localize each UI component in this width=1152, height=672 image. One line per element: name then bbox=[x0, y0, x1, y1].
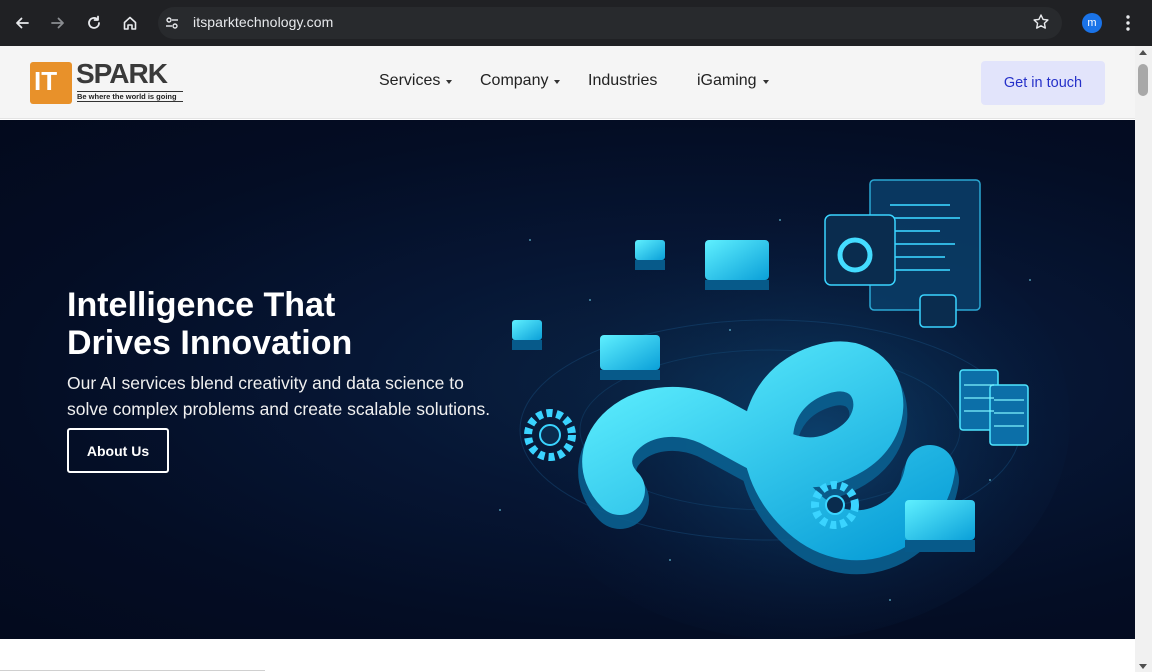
forward-icon[interactable] bbox=[46, 11, 70, 35]
logo-it-text: IT bbox=[34, 66, 58, 96]
back-icon[interactable] bbox=[10, 11, 34, 35]
hero-subtitle-line2: solve complex problems and create scalab… bbox=[67, 399, 491, 419]
bookmark-star-icon[interactable] bbox=[1032, 13, 1050, 36]
site-header: IT SPARK Be where the world is going Ser… bbox=[0, 46, 1135, 119]
scrollbar-thumb[interactable] bbox=[1138, 64, 1148, 96]
site-logo[interactable]: IT SPARK Be where the world is going bbox=[30, 58, 184, 106]
next-section bbox=[0, 639, 1135, 672]
nav-igaming-label: iGaming bbox=[697, 72, 757, 89]
logo-spark-text: SPARK bbox=[76, 58, 168, 89]
nav-industries[interactable]: Industries bbox=[588, 72, 657, 90]
scroll-down-icon[interactable] bbox=[1139, 664, 1147, 669]
logo-tagline: Be where the world is going bbox=[77, 91, 183, 102]
nav-services-label: Services bbox=[379, 72, 441, 89]
chevron-down-icon bbox=[554, 80, 561, 84]
url-text[interactable]: itsparktechnology.com bbox=[193, 14, 333, 30]
page-scrollbar[interactable] bbox=[1135, 46, 1152, 672]
browser-toolbar: itsparktechnology.com m bbox=[0, 0, 1152, 46]
reload-icon[interactable] bbox=[82, 11, 106, 35]
nav-company-label: Company bbox=[480, 72, 549, 89]
site-info-icon[interactable] bbox=[164, 15, 180, 31]
nav-company[interactable]: Company bbox=[480, 72, 561, 90]
hero-title-line1: Intelligence That bbox=[67, 286, 336, 324]
web-page: IT SPARK Be where the world is going Ser… bbox=[0, 46, 1135, 672]
scroll-up-icon[interactable] bbox=[1139, 50, 1147, 55]
nav-industries-label: Industries bbox=[588, 72, 658, 89]
menu-kebab-icon[interactable] bbox=[1120, 13, 1136, 33]
about-us-button[interactable]: About Us bbox=[67, 428, 169, 473]
chevron-down-icon bbox=[446, 80, 453, 84]
home-icon[interactable] bbox=[118, 11, 142, 35]
chevron-down-icon bbox=[762, 80, 769, 84]
hero-title-line2: Drives Innovation bbox=[67, 324, 353, 362]
nav-igaming[interactable]: iGaming bbox=[697, 72, 769, 90]
nav-services[interactable]: Services bbox=[379, 72, 453, 90]
hero-title: Intelligence That Drives Innovation bbox=[67, 286, 352, 362]
get-in-touch-button[interactable]: Get in touch bbox=[981, 61, 1105, 105]
hero-section: Intelligence That Drives Innovation Our … bbox=[0, 120, 1135, 639]
profile-avatar[interactable]: m bbox=[1082, 13, 1102, 33]
section-divider bbox=[0, 670, 265, 671]
ai-infinity-illustration bbox=[499, 179, 1070, 639]
hero-subtitle-line1: Our AI services blend creativity and dat… bbox=[67, 373, 464, 393]
hero-subtitle: Our AI services blend creativity and dat… bbox=[67, 370, 537, 422]
